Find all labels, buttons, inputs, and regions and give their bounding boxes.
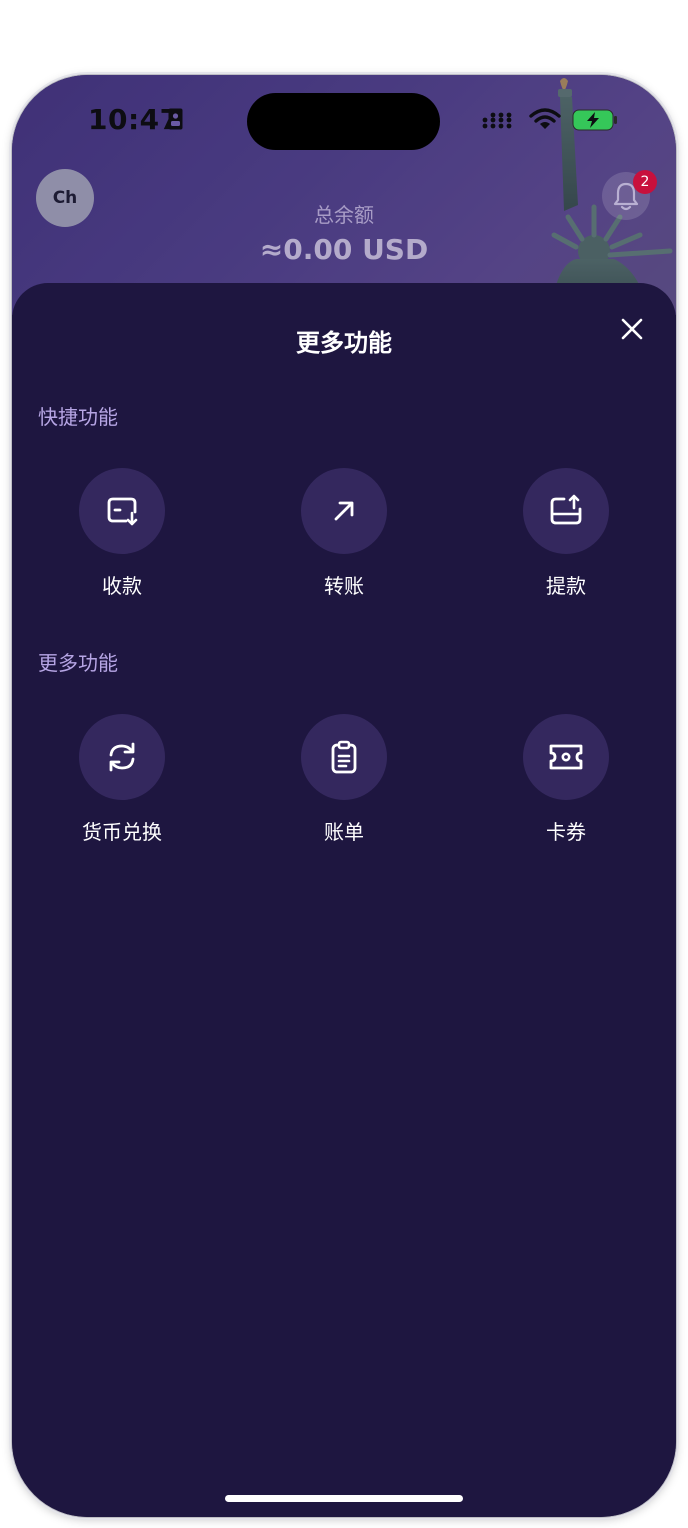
tile-label: 货币兑换 xyxy=(82,820,162,844)
more-features-sheet: 更多功能 快捷功能 收款 转账 提款 更多功能 货币兑换 账单 卡券 xyxy=(12,283,676,1517)
tile-circle xyxy=(79,714,165,800)
tile-withdraw[interactable]: 提款 xyxy=(496,468,636,599)
tile-label: 提款 xyxy=(546,574,586,598)
ticket-icon xyxy=(549,744,583,770)
home-indicator[interactable] xyxy=(225,1495,463,1502)
bill-clipboard-icon xyxy=(331,740,357,774)
tile-label: 账单 xyxy=(324,820,364,844)
tile-circle xyxy=(523,714,609,800)
dynamic-island xyxy=(247,93,440,150)
close-icon xyxy=(621,318,643,340)
balance-value: ≈0.00 USD xyxy=(259,233,429,266)
exchange-icon xyxy=(109,742,135,772)
tile-receive[interactable]: 收款 xyxy=(52,468,192,599)
tile-transfer[interactable]: 转账 xyxy=(274,468,414,599)
status-time: 10:47 xyxy=(88,103,180,136)
sheet-title: 更多功能 xyxy=(296,329,392,357)
close-button[interactable] xyxy=(616,313,648,345)
tile-currency-exchange[interactable]: 货币兑换 xyxy=(52,714,192,845)
phone-frame: 10:47 Ch 总余额 ≈0.00 USD 2 更多功能 快捷功能 收款 转账… xyxy=(12,75,676,1517)
tile-bills[interactable]: 账单 xyxy=(274,714,414,845)
tile-circle xyxy=(301,468,387,554)
signal-icon xyxy=(482,112,512,129)
tile-circle xyxy=(79,468,165,554)
tile-circle xyxy=(301,714,387,800)
balance-label: 总余额 xyxy=(314,203,374,227)
withdraw-icon xyxy=(550,494,582,525)
sim-card-icon xyxy=(168,108,183,130)
section-label-quick: 快捷功能 xyxy=(38,405,118,429)
tile-circle xyxy=(523,468,609,554)
section-label-more: 更多功能 xyxy=(38,651,118,675)
wifi-icon xyxy=(529,108,561,129)
battery-charging-icon xyxy=(572,109,617,131)
tile-label: 卡券 xyxy=(546,820,586,844)
receive-icon xyxy=(107,497,138,526)
notification-badge: 2 xyxy=(633,170,657,194)
transfer-arrow-icon xyxy=(334,501,354,521)
tile-coupons[interactable]: 卡券 xyxy=(496,714,636,845)
tile-label: 转账 xyxy=(324,574,364,598)
tile-label: 收款 xyxy=(102,574,142,598)
